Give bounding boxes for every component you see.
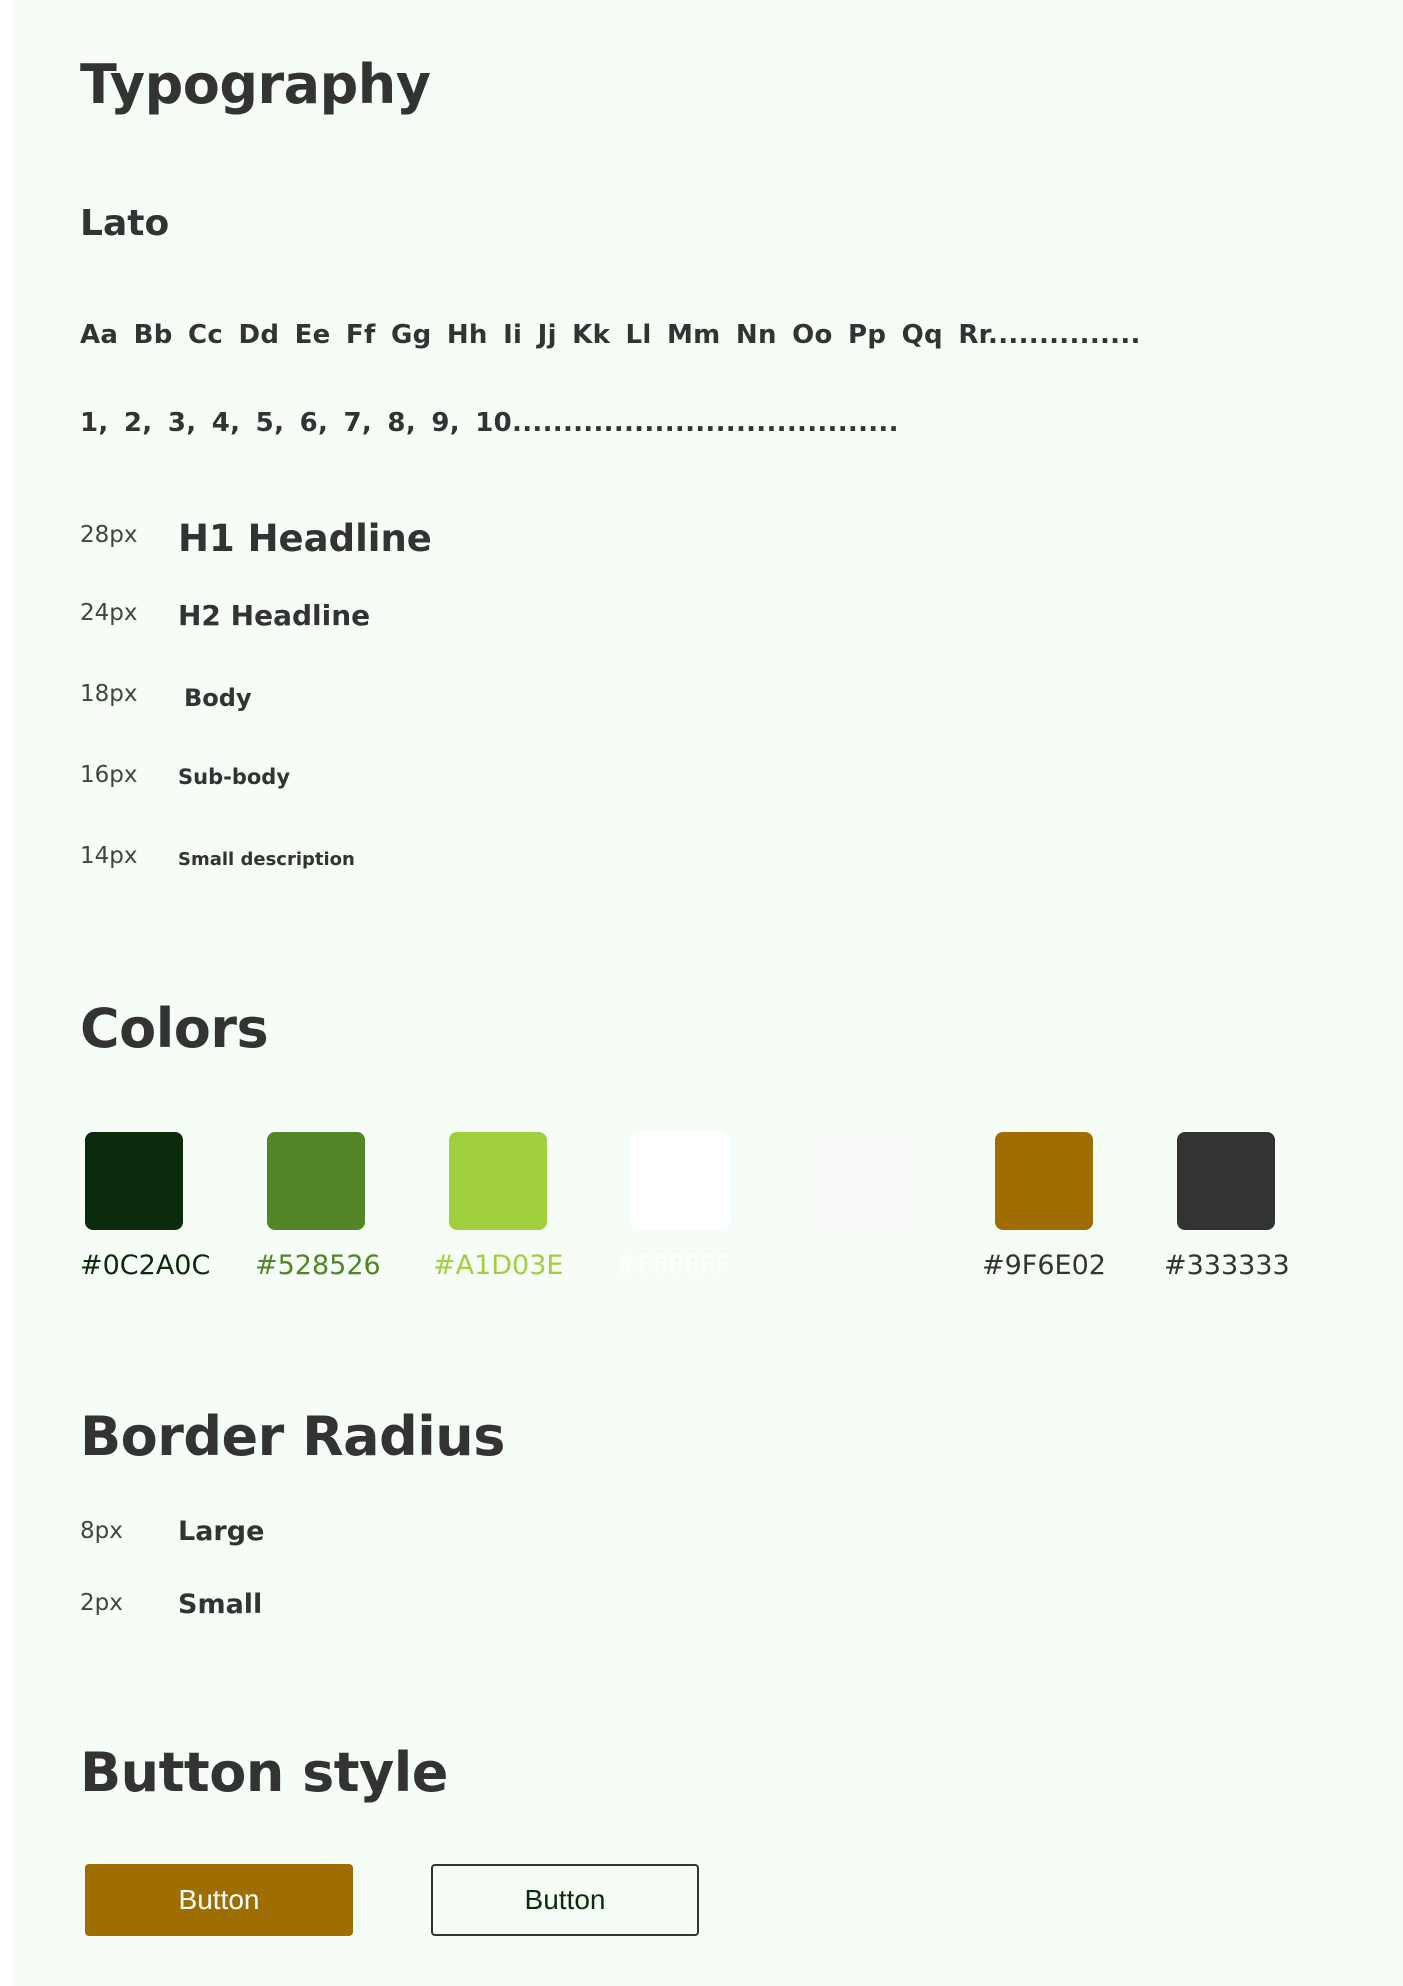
radius-label-large: Large <box>178 1516 265 1547</box>
type-size-body: 18px <box>80 681 138 707</box>
color-swatch-white <box>631 1132 729 1230</box>
color-hex-green: #528526 <box>255 1250 381 1281</box>
type-size-h1: 28px <box>80 522 138 548</box>
radius-size-small: 2px <box>80 1590 123 1616</box>
type-size-small: 14px <box>80 843 138 869</box>
color-hex-dark-green: #0C2A0C <box>80 1250 211 1281</box>
color-swatch-amber <box>995 1132 1093 1230</box>
type-sample-body: Body <box>184 684 252 712</box>
color-swatch-lime <box>449 1132 547 1230</box>
color-swatch-dark-green <box>85 1132 183 1230</box>
color-hex-lime: #A1D03E <box>433 1250 564 1281</box>
outline-button[interactable]: Button <box>431 1864 699 1936</box>
color-swatch-charcoal <box>1177 1132 1275 1230</box>
type-sample-h1: H1 Headline <box>178 517 432 560</box>
color-swatch-off-white <box>813 1132 911 1230</box>
button-style-title: Button style <box>80 1741 448 1804</box>
number-sample: 1, 2, 3, 4, 5, 6, 7, 8, 9, 10...........… <box>80 408 899 438</box>
primary-button[interactable]: Button <box>85 1864 353 1936</box>
type-size-subbody: 16px <box>80 762 138 788</box>
radius-size-large: 8px <box>80 1518 123 1544</box>
color-hex-amber: #9F6E02 <box>982 1250 1106 1281</box>
type-sample-small: Small description <box>178 849 355 870</box>
color-hex-off-white: #FAFAFA <box>797 1250 915 1281</box>
color-swatch-green <box>267 1132 365 1230</box>
color-hex-charcoal: #333333 <box>1164 1250 1290 1281</box>
style-guide-page: Typography Lato Aa Bb Cc Dd Ee Ff Gg Hh … <box>12 0 1403 1986</box>
type-sample-subbody: Sub-body <box>178 765 291 789</box>
radius-label-small: Small <box>178 1589 263 1620</box>
font-name: Lato <box>80 203 170 244</box>
colors-title: Colors <box>80 997 269 1060</box>
border-radius-title: Border Radius <box>80 1405 505 1468</box>
type-size-h2: 24px <box>80 600 138 626</box>
typography-title: Typography <box>80 53 431 116</box>
color-hex-white: #FFFFFF <box>615 1250 731 1281</box>
type-sample-h2: H2 Headline <box>178 599 371 632</box>
alphabet-sample: Aa Bb Cc Dd Ee Ff Gg Hh Ii Jj Kk Ll Mm N… <box>80 320 1141 350</box>
